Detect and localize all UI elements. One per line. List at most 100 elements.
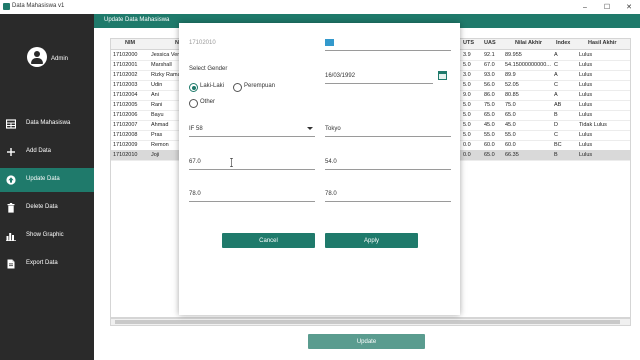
- table-cell-nim: 17102004: [113, 92, 138, 98]
- table-cell-nilai: 60.0: [505, 142, 516, 148]
- upload-icon: [6, 175, 16, 185]
- apply-button[interactable]: Apply: [325, 233, 418, 248]
- table-cell-uas: 67.0: [484, 62, 495, 68]
- sidebar-item-update-data[interactable]: Update Data: [0, 168, 94, 192]
- kota-field[interactable]: Tokyo: [325, 122, 451, 137]
- table-cell-uas: 65.0: [484, 112, 495, 118]
- close-icon[interactable]: ✕: [618, 0, 640, 14]
- column-header-index[interactable]: Index: [556, 40, 570, 46]
- table-cell-hasil: Lulus: [579, 102, 593, 108]
- table-cell-uts: 5.0: [463, 102, 471, 108]
- table-cell-index: A: [554, 52, 558, 58]
- table-cell-index: C: [554, 82, 558, 88]
- kelas-select[interactable]: IF 58: [189, 122, 315, 137]
- table-cell-nilai: 66.35: [505, 152, 519, 158]
- tugas-field[interactable]: 67.0: [189, 155, 315, 170]
- trash-icon: [7, 203, 15, 213]
- table-cell-nilai: 89.9: [505, 72, 516, 78]
- table-cell-hasil: Lulus: [579, 132, 593, 138]
- table-cell-nilai: 52.05: [505, 82, 519, 88]
- table-cell-nim: 17102001: [113, 62, 138, 68]
- table-cell-nilai: 45.0: [505, 122, 516, 128]
- gender-label: Select Gender: [189, 66, 228, 72]
- table-cell-index: A: [554, 92, 558, 98]
- table-cell-uas: 92.1: [484, 52, 495, 58]
- table-cell-nim: 17102003: [113, 82, 138, 88]
- table-cell-index: C: [554, 132, 558, 138]
- birth-date-field[interactable]: 16/03/1992: [325, 69, 433, 84]
- table-cell-nim: 17102008: [113, 132, 138, 138]
- table-cell-hasil: Lulus: [579, 112, 593, 118]
- update-button[interactable]: Update: [308, 334, 425, 349]
- table-cell-index: AB: [554, 102, 562, 108]
- uas-field-2[interactable]: 78.0: [325, 187, 451, 202]
- scrollbar-thumb[interactable]: [115, 320, 620, 324]
- column-header-nim[interactable]: NIM: [125, 40, 135, 46]
- avatar: [27, 47, 47, 67]
- sidebar-item-add-data[interactable]: Add Data: [0, 140, 94, 164]
- table-cell-hasil: Lulus: [579, 52, 593, 58]
- sidebar-item-label: Add Data: [26, 148, 52, 154]
- sidebar-item-data-mahasiswa[interactable]: Data Mahasiswa: [0, 112, 94, 136]
- table-cell-uts: 3.9: [463, 52, 471, 58]
- table-cell-nim: 17102005: [113, 102, 138, 108]
- table-cell-uas: 86.0: [484, 92, 495, 98]
- table-cell-nama: Ani: [151, 92, 159, 98]
- table-cell-hasil: Lulus: [579, 62, 593, 68]
- table-cell-nama: Ahmad: [151, 122, 169, 128]
- column-header-hasil-akhir[interactable]: Hasil Akhir: [588, 40, 617, 46]
- table-cell-index: B: [554, 112, 558, 118]
- table-cell-nilai: 75.0: [505, 102, 516, 108]
- table-cell-nama: Rani: [151, 102, 163, 108]
- table-cell-index: BC: [554, 142, 562, 148]
- table-cell-nim: 17102009: [113, 142, 138, 148]
- window-titlebar: Data Mahasiswa v1 – ☐ ✕: [0, 0, 640, 15]
- gender-radio-perempuan[interactable]: [233, 83, 242, 92]
- nama-field[interactable]: [325, 36, 451, 51]
- table-cell-nama: Joji: [151, 152, 160, 158]
- table-cell-uas: 56.0: [484, 82, 495, 88]
- column-header-uts[interactable]: UTS: [463, 40, 474, 46]
- nim-field[interactable]: 17102010: [189, 36, 315, 50]
- table-cell-index: D: [554, 122, 558, 128]
- calendar-icon[interactable]: [438, 71, 447, 80]
- table-cell-uts: 5.0: [463, 122, 471, 128]
- table-cell-nama: Bayu: [151, 112, 164, 118]
- table-cell-uts: 0.0: [463, 142, 471, 148]
- table-cell-hasil: Tidak Lulus: [579, 122, 607, 128]
- text-cursor-icon: [230, 158, 233, 167]
- chevron-down-icon[interactable]: [307, 127, 313, 130]
- gender-radio-laki-laki[interactable]: [189, 83, 198, 92]
- gender-option-label: Perempuan: [244, 83, 276, 89]
- horizontal-scrollbar[interactable]: [110, 318, 631, 326]
- maximize-icon[interactable]: ☐: [596, 0, 618, 14]
- column-header-nilai-akhir[interactable]: Nilai Akhir: [515, 40, 542, 46]
- table-cell-uas: 65.0: [484, 152, 495, 158]
- sidebar-item-show-graphic[interactable]: Show Graphic: [0, 224, 94, 248]
- minimize-icon[interactable]: –: [574, 0, 596, 14]
- sidebar-item-export-data[interactable]: Export Data: [0, 252, 94, 276]
- table-cell-nilai: 55.0: [505, 132, 516, 138]
- table-cell-hasil: Lulus: [579, 92, 593, 98]
- table-cell-nim: 17102000: [113, 52, 138, 58]
- table-cell-nim: 17102002: [113, 72, 138, 78]
- nama-selected-text: [325, 39, 334, 46]
- table-cell-nama: Remon: [151, 142, 169, 148]
- table-cell-nim: 17102010: [113, 152, 138, 158]
- gender-radio-other[interactable]: [189, 99, 198, 108]
- table-cell-nim: 17102006: [113, 112, 138, 118]
- uas-field[interactable]: 78.0: [189, 187, 315, 202]
- table-cell-uts: 5.0: [463, 132, 471, 138]
- plus-icon: [7, 148, 15, 156]
- table-cell-nama: Pras: [151, 132, 163, 138]
- table-cell-nilai: 80.85: [505, 92, 519, 98]
- table-cell-hasil: Lulus: [579, 142, 593, 148]
- column-header-uas[interactable]: UAS: [484, 40, 496, 46]
- table-cell-index: B: [554, 152, 558, 158]
- sidebar-item-delete-data[interactable]: Delete Data: [0, 196, 94, 220]
- page-title: Update Data Mahasiswa: [104, 17, 170, 23]
- sidebar-item-label: Update Data: [26, 176, 60, 182]
- uts-field[interactable]: 54.0: [325, 155, 451, 170]
- window-title: Data Mahasiswa v1: [12, 3, 65, 9]
- cancel-button[interactable]: Cancel: [222, 233, 315, 248]
